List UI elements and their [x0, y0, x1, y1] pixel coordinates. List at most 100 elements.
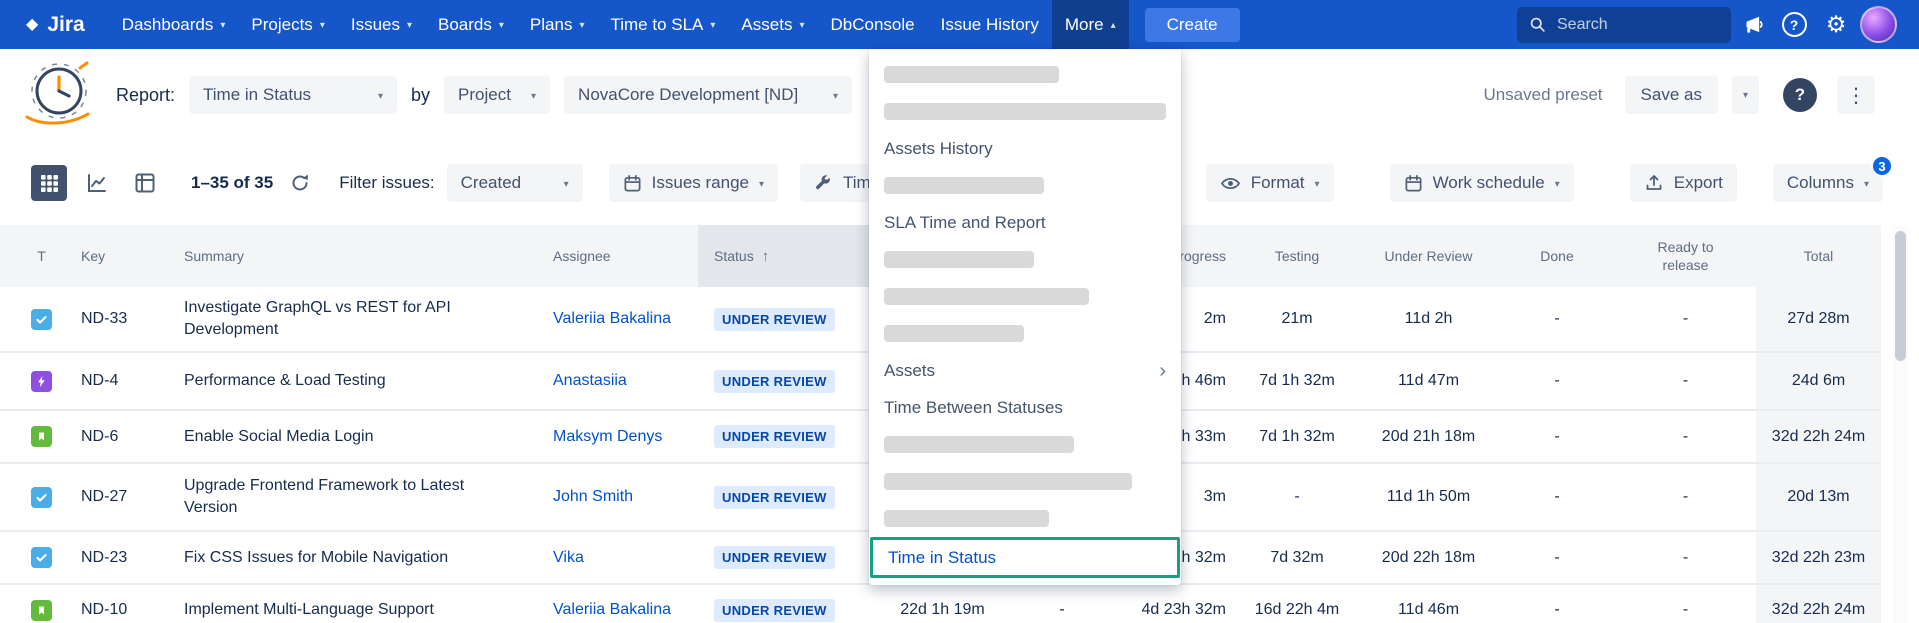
- redacted-label: [884, 436, 1074, 453]
- assignee-link[interactable]: Valeriia Bakalina: [545, 310, 698, 328]
- assignee-link[interactable]: Maksym Denys: [545, 428, 698, 446]
- column-header-key[interactable]: Key: [73, 248, 184, 264]
- grid-view-button[interactable]: [31, 165, 67, 201]
- nav-item-time-to-sla[interactable]: Time to SLA ▾: [597, 0, 728, 49]
- columns-dropdown[interactable]: Columns ▾: [1773, 164, 1883, 202]
- settings-gear-icon[interactable]: ⚙: [1815, 4, 1857, 46]
- group-by-dropdown[interactable]: Project ▾: [444, 76, 550, 114]
- status-badge: UNDER REVIEW: [714, 599, 835, 622]
- jira-logo[interactable]: ◆ Jira: [26, 13, 85, 37]
- nav-item-more[interactable]: More ▴: [1052, 0, 1129, 49]
- chevron-down-icon: ▾: [407, 18, 412, 31]
- work-schedule-dropdown[interactable]: Work schedule ▾: [1390, 164, 1574, 202]
- nav-item-projects[interactable]: Projects ▾: [238, 0, 337, 49]
- question-mark: ?: [1782, 12, 1807, 37]
- report-label: Report:: [116, 85, 175, 106]
- save-as-chevron-button[interactable]: ▾: [1732, 76, 1759, 114]
- menu-item-time-in-status-highlighted[interactable]: Time in Status: [870, 537, 1180, 578]
- chevron-down-icon: ▾: [579, 18, 584, 31]
- issue-key: ND-10: [73, 601, 184, 619]
- menu-item-redacted[interactable]: [869, 167, 1181, 204]
- nav-item-issue-history[interactable]: Issue History: [928, 0, 1052, 49]
- menu-item-redacted[interactable]: [869, 500, 1181, 537]
- status-cell: UNDER REVIEW: [698, 599, 869, 622]
- save-as-button[interactable]: Save as: [1625, 76, 1718, 114]
- status-badge: UNDER REVIEW: [714, 486, 835, 509]
- issues-range-dropdown[interactable]: Issues range ▾: [609, 164, 778, 202]
- nav-item-dashboards[interactable]: Dashboards ▾: [109, 0, 239, 49]
- assignee-link[interactable]: John Smith: [545, 488, 698, 506]
- task-icon: [31, 309, 52, 330]
- refresh-button[interactable]: [285, 168, 315, 198]
- table-row[interactable]: ND-10 Implement Multi-Language Support V…: [0, 585, 1881, 623]
- pivot-view-button[interactable]: [127, 165, 163, 201]
- duration-cell-under-review: 11d 47m: [1358, 372, 1499, 390]
- nav-item-dbconsole[interactable]: DbConsole: [817, 0, 927, 49]
- assignee-link[interactable]: Vika: [545, 549, 698, 567]
- export-button[interactable]: Export: [1630, 164, 1737, 202]
- column-header-type[interactable]: T: [0, 248, 73, 264]
- menu-item-redacted[interactable]: [869, 241, 1181, 278]
- menu-item-redacted[interactable]: [869, 56, 1181, 93]
- chart-view-button[interactable]: [79, 165, 115, 201]
- duration-cell-under-review: 11d 1h 50m: [1358, 488, 1499, 506]
- column-header-under-review[interactable]: Under Review: [1358, 248, 1499, 264]
- created-dropdown[interactable]: Created ▾: [447, 164, 583, 202]
- menu-item-redacted[interactable]: [869, 426, 1181, 463]
- column-header-done[interactable]: Done: [1499, 248, 1615, 264]
- column-header-status-sorted[interactable]: Status ↑: [698, 225, 869, 287]
- help-icon[interactable]: ?: [1773, 4, 1815, 46]
- report-help-button[interactable]: ?: [1783, 78, 1817, 112]
- column-header-total[interactable]: Total: [1756, 225, 1881, 287]
- more-options-button[interactable]: ⋮: [1837, 76, 1875, 114]
- nav-item-plans[interactable]: Plans ▾: [517, 0, 598, 49]
- assignee-link[interactable]: Anastasiia: [545, 372, 698, 390]
- status-cell: UNDER REVIEW: [698, 486, 869, 509]
- user-avatar[interactable]: [1857, 4, 1899, 46]
- duration-cell-hidden-b: -: [1016, 601, 1108, 619]
- duration-cell-ready: -: [1615, 372, 1756, 390]
- menu-item-redacted[interactable]: [869, 315, 1181, 352]
- assignee-link[interactable]: Valeriia Bakalina: [545, 601, 698, 619]
- report-type-dropdown[interactable]: Time in Status ▾: [189, 76, 397, 114]
- menu-item-assets[interactable]: Assets ›: [869, 352, 1181, 389]
- menu-item-assets-history[interactable]: Assets History: [869, 130, 1181, 167]
- submenu-arrow-icon: ›: [1159, 361, 1166, 381]
- nav-item-boards[interactable]: Boards ▾: [425, 0, 517, 49]
- column-header-assignee[interactable]: Assignee: [545, 248, 698, 264]
- menu-item-time-between-statuses[interactable]: Time Between Statuses: [869, 389, 1181, 426]
- issue-type-cell: [0, 426, 73, 447]
- menu-item-redacted[interactable]: [869, 278, 1181, 315]
- nav-item-issues[interactable]: Issues ▾: [338, 0, 425, 49]
- project-dropdown[interactable]: NovaCore Development [ND] ▾: [564, 76, 852, 114]
- duration-cell-ready: -: [1615, 310, 1756, 328]
- menu-item-redacted[interactable]: [869, 463, 1181, 500]
- chevron-down-icon: ▾: [759, 177, 764, 190]
- create-button[interactable]: Create: [1145, 8, 1240, 42]
- avatar-image: [1860, 6, 1897, 43]
- chevron-down-icon: ▾: [531, 89, 536, 102]
- total-cell: 32d 22h 23m: [1756, 532, 1881, 583]
- total-cell: 24d 6m: [1756, 353, 1881, 409]
- duration-cell-done: -: [1499, 488, 1615, 506]
- status-badge: UNDER REVIEW: [714, 425, 835, 448]
- menu-item-redacted[interactable]: [869, 93, 1181, 130]
- task-icon: [31, 487, 52, 508]
- search-input[interactable]: [1555, 15, 1719, 35]
- top-nav: ◆ Jira Dashboards ▾ Projects ▾ Issues ▾ …: [0, 0, 1919, 49]
- story-icon: [31, 426, 52, 447]
- chevron-down-icon: ▾: [1864, 177, 1869, 190]
- nav-item-assets[interactable]: Assets ▾: [728, 0, 817, 49]
- search-box[interactable]: [1517, 7, 1731, 43]
- format-dropdown[interactable]: Format ▾: [1206, 164, 1334, 202]
- announcement-icon[interactable]: [1731, 4, 1773, 46]
- scrollbar-thumb[interactable]: [1895, 231, 1906, 361]
- wrench-icon: [814, 174, 833, 193]
- duration-cell-testing: 16d 22h 4m: [1236, 601, 1358, 619]
- column-header-testing[interactable]: Testing: [1236, 248, 1358, 264]
- column-header-ready-to-release[interactable]: Ready to release: [1615, 238, 1756, 274]
- column-header-summary[interactable]: Summary: [184, 247, 545, 266]
- duration-cell-done: -: [1499, 310, 1615, 328]
- duration-cell-under-review: 11d 46m: [1358, 601, 1499, 619]
- menu-item-sla-time-and-report[interactable]: SLA Time and Report: [869, 204, 1181, 241]
